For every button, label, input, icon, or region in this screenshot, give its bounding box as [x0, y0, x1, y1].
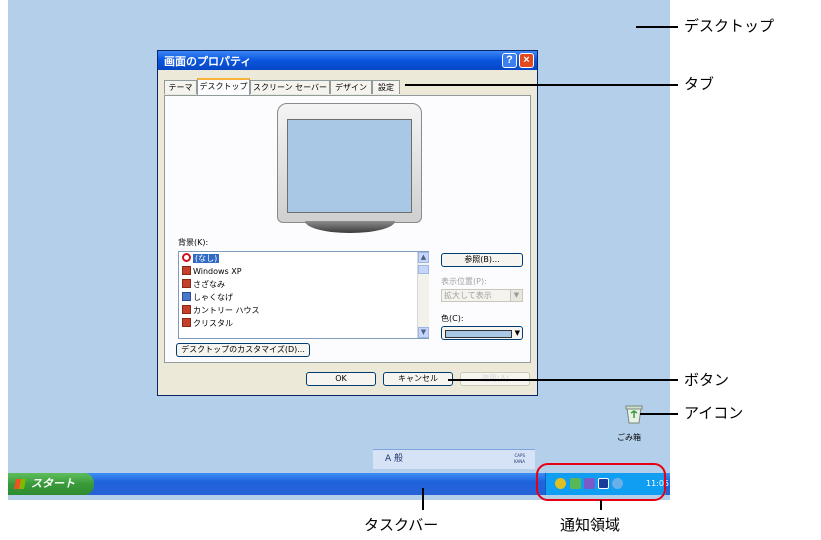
- windows-logo-icon: [14, 479, 26, 489]
- callout-line-tab: [405, 84, 678, 86]
- picture-icon: [182, 266, 191, 275]
- color-swatch: [445, 330, 512, 338]
- tab-theme[interactable]: テーマ: [164, 80, 197, 94]
- list-item-label: カントリー ハウス: [193, 306, 260, 315]
- tab-desktop[interactable]: デスクトップ: [197, 78, 250, 96]
- picture-icon: [182, 305, 191, 314]
- help-button[interactable]: ?: [502, 53, 517, 68]
- dialog-title: 画面のプロパティ: [164, 56, 252, 68]
- monitor-preview: [277, 103, 422, 233]
- customize-desktop-button[interactable]: デスクトップのカスタマイズ(D)...: [176, 343, 310, 357]
- list-scrollbar[interactable]: ▲ ▼: [417, 252, 429, 338]
- dialog-titlebar[interactable]: 画面のプロパティ ? ×: [158, 51, 537, 70]
- tab-settings[interactable]: 設定: [372, 80, 400, 94]
- list-item-label: しゃくなげ: [193, 293, 233, 302]
- chevron-down-icon: ▼: [514, 329, 520, 337]
- notification-area-highlight: [536, 463, 666, 501]
- callout-taskbar: タスクバー: [364, 516, 439, 534]
- close-button[interactable]: ×: [519, 53, 534, 68]
- callout-tab: タブ: [684, 75, 715, 93]
- tab-screensaver[interactable]: スクリーン セーバー: [250, 80, 330, 94]
- picture-icon: [182, 279, 191, 288]
- chevron-down-icon: ▼: [510, 290, 522, 301]
- callout-line-notification: [600, 500, 602, 510]
- list-item[interactable]: クリスタル: [182, 318, 233, 330]
- scroll-up-icon[interactable]: ▲: [418, 252, 429, 263]
- list-item-label: クリスタル: [193, 319, 233, 328]
- monitor-screen: [287, 119, 412, 213]
- start-button[interactable]: スタート: [8, 473, 94, 495]
- callout-line-desktop: [636, 26, 678, 28]
- cancel-button[interactable]: キャンセル: [383, 372, 453, 386]
- callout-line-button: [448, 379, 678, 381]
- color-picker-button[interactable]: ▼: [441, 326, 523, 340]
- recycle-bin-label: ごみ箱: [617, 433, 641, 442]
- language-bar[interactable]: A 般 CAPS KANA: [373, 449, 535, 469]
- kana-indicator: KANA: [513, 459, 525, 464]
- callout-desktop: デスクトップ: [684, 17, 775, 35]
- position-label: 表示位置(P):: [441, 277, 487, 286]
- position-value: 拡大して表示: [444, 291, 492, 300]
- list-item[interactable]: さざなみ: [182, 279, 225, 291]
- color-label: 色(C):: [441, 314, 464, 323]
- picture-icon: [182, 292, 191, 301]
- list-item[interactable]: Windows XP: [182, 266, 242, 278]
- callout-icon: アイコン: [684, 404, 744, 422]
- langbar-indicators: CAPS KANA: [514, 453, 525, 465]
- list-item-label: さざなみ: [193, 280, 225, 289]
- callout-button: ボタン: [684, 371, 730, 389]
- monitor-case: [277, 103, 422, 223]
- start-label: スタート: [31, 478, 75, 490]
- callout-notification-area: 通知領域: [560, 516, 621, 534]
- ok-button[interactable]: OK: [306, 372, 376, 386]
- list-item-label: Windows XP: [193, 267, 242, 276]
- monitor-stand: [305, 221, 395, 233]
- picture-icon: [182, 318, 191, 327]
- scroll-down-icon[interactable]: ▼: [418, 327, 429, 338]
- background-label: 背景(K):: [178, 238, 209, 247]
- callout-line-taskbar: [422, 488, 424, 510]
- list-item[interactable]: (なし): [182, 253, 220, 265]
- list-item[interactable]: カントリー ハウス: [182, 305, 260, 317]
- position-select[interactable]: 拡大して表示 ▼: [441, 289, 523, 302]
- list-item[interactable]: しゃくなげ: [182, 292, 233, 304]
- scroll-thumb[interactable]: [418, 265, 429, 274]
- browse-button[interactable]: 参照(B)...: [441, 253, 523, 267]
- tab-design[interactable]: デザイン: [330, 80, 372, 94]
- background-list[interactable]: (なし) Windows XP さざなみ しゃくなげ カントリー ハウス クリス…: [178, 251, 429, 339]
- list-item-label: (なし): [193, 254, 220, 263]
- callout-line-icon: [640, 413, 678, 415]
- no-icon: [182, 253, 191, 262]
- language-bar-text: A 般: [385, 454, 404, 464]
